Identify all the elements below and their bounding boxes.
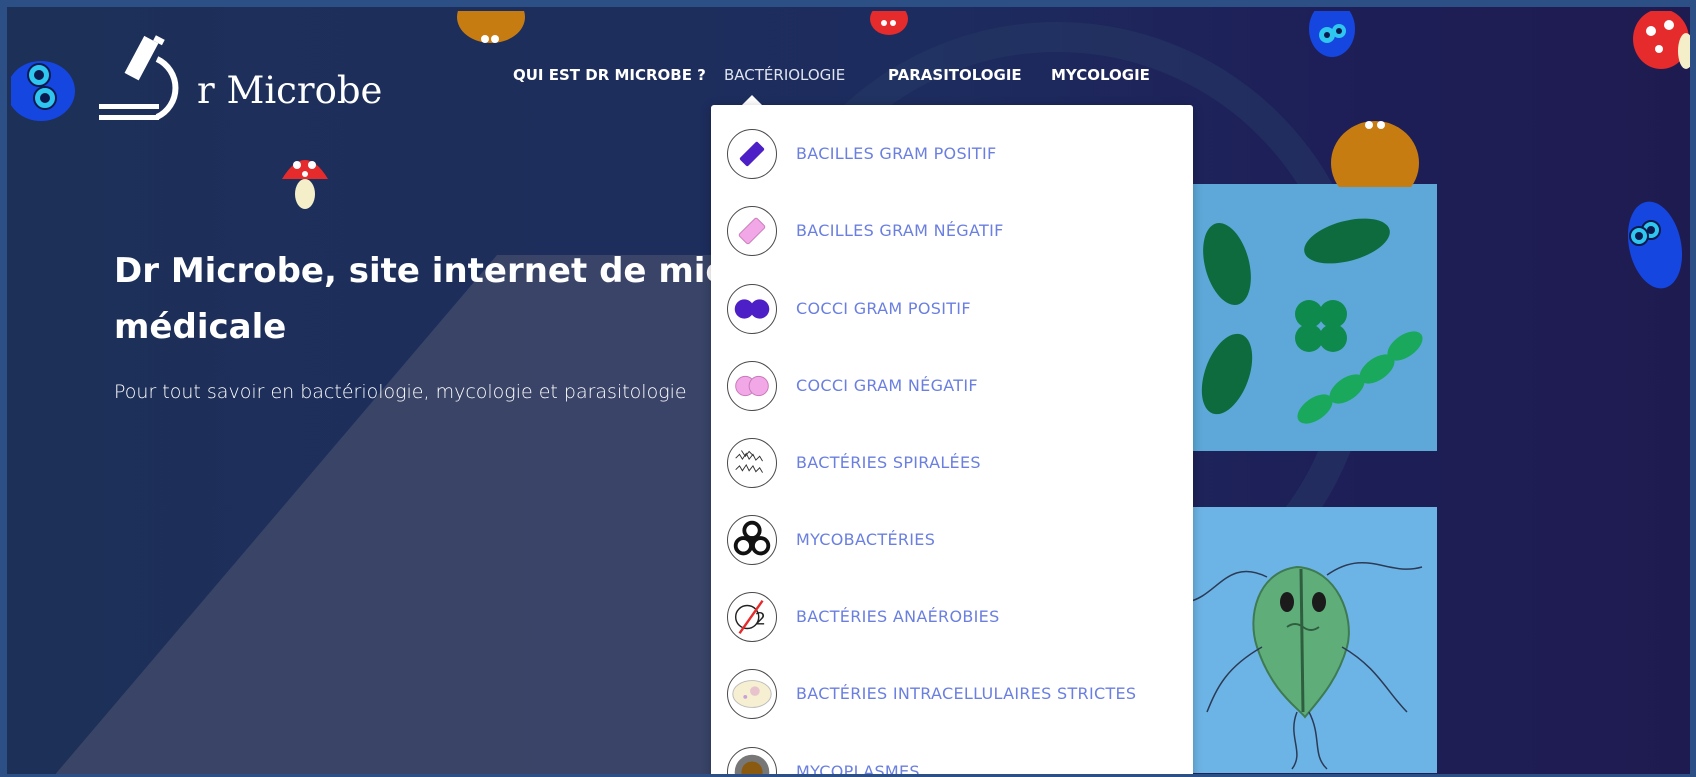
- dropdown-item-label: COCCI GRAM POSITIF: [796, 299, 971, 318]
- dropdown-item-label: MYCOPLASMES: [796, 762, 920, 777]
- dropdown-item-mycoplasmes[interactable]: MYCOPLASMES: [711, 742, 1193, 777]
- nav-parasitologie[interactable]: PARASITOLOGIE: [888, 66, 1022, 84]
- dropdown-item-bacilles-gram-negatif[interactable]: BACILLES GRAM NÉGATIF: [711, 201, 1193, 261]
- blue-microbe-top-icon: [1309, 11, 1355, 57]
- svg-text:2: 2: [755, 610, 766, 630]
- dropdown-item-cocci-gram-positif[interactable]: COCCI GRAM POSITIF: [711, 279, 1193, 339]
- blue-microbe-icon: [11, 61, 75, 121]
- dropdown-item-label: BACILLES GRAM POSITIF: [796, 144, 997, 163]
- pink-diplococcus-icon: [727, 361, 777, 411]
- mushroom-icon: [282, 160, 328, 209]
- dropdown-item-bacilles-gram-positif[interactable]: BACILLES GRAM POSITIF: [711, 124, 1193, 184]
- red-mushroom-corner-icon: [1633, 11, 1690, 69]
- blue-microbe-right-icon: [1627, 201, 1683, 289]
- hero-title-line1: Dr Microbe, site internet de micro: [114, 251, 766, 291]
- spiral-bacteria-icon: [727, 438, 777, 488]
- orange-spiky-microbe-icon: [1331, 121, 1419, 187]
- bacteriologie-dropdown: BACILLES GRAM POSITIF BACILLES GRAM NÉGA…: [711, 105, 1193, 777]
- nav-qui-est-dr-microbe[interactable]: QUI EST DR MICROBE ?: [513, 66, 706, 84]
- purple-diplococcus-icon: [727, 284, 777, 334]
- red-microbe-icon: [870, 11, 908, 35]
- hero-title: Dr Microbe, site internet de micro médic…: [114, 243, 766, 355]
- giardia-illustration: [1186, 561, 1423, 770]
- parasite-illustration-card: [1186, 507, 1437, 773]
- dropdown-item-label: BACILLES GRAM NÉGATIF: [796, 221, 1004, 240]
- purple-bacillus-icon: [727, 129, 777, 179]
- dropdown-item-bacteries-intracellulaires[interactable]: BACTÉRIES INTRACELLULAIRES STRICTES: [711, 664, 1193, 724]
- hero-title-line2: médicale: [114, 307, 287, 347]
- biohazard-icon: [727, 515, 777, 565]
- dropdown-item-label: BACTÉRIES INTRACELLULAIRES STRICTES: [796, 684, 1137, 703]
- bacteria-illustration-card: [1187, 184, 1437, 451]
- dropdown-item-cocci-gram-negatif[interactable]: COCCI GRAM NÉGATIF: [711, 356, 1193, 416]
- pink-bacillus-icon: [727, 206, 777, 256]
- mycoplasma-icon: [727, 747, 777, 774]
- nav-mycologie[interactable]: MYCOLOGIE: [1051, 66, 1150, 84]
- cell-icon: [727, 669, 777, 719]
- dropdown-item-mycobacteries[interactable]: MYCOBACTÉRIES: [711, 510, 1193, 570]
- dropdown-caret: [742, 95, 762, 105]
- orange-microbe-icon: [457, 11, 525, 43]
- dropdown-item-bacteries-spiralees[interactable]: BACTÉRIES SPIRALÉES: [711, 433, 1193, 493]
- hero-subtitle: Pour tout savoir en bactériologie, mycol…: [114, 381, 687, 403]
- dropdown-item-bacteries-anaerobies[interactable]: 2 BACTÉRIES ANAÉROBIES: [711, 587, 1193, 647]
- dropdown-item-label: COCCI GRAM NÉGATIF: [796, 376, 978, 395]
- dropdown-item-label: BACTÉRIES ANAÉROBIES: [796, 607, 1000, 626]
- dropdown-item-label: MYCOBACTÉRIES: [796, 530, 936, 549]
- no-oxygen-icon: 2: [727, 592, 777, 642]
- bacteria-illustration: [1201, 218, 1423, 424]
- dropdown-item-label: BACTÉRIES SPIRALÉES: [796, 453, 981, 472]
- page: r Microbe QUI EST DR MICROBE ? BACTÉRIOL…: [0, 0, 1696, 777]
- nav-bacteriologie[interactable]: BACTÉRIOLOGIE: [724, 66, 845, 84]
- logo-text[interactable]: r Microbe: [197, 69, 382, 112]
